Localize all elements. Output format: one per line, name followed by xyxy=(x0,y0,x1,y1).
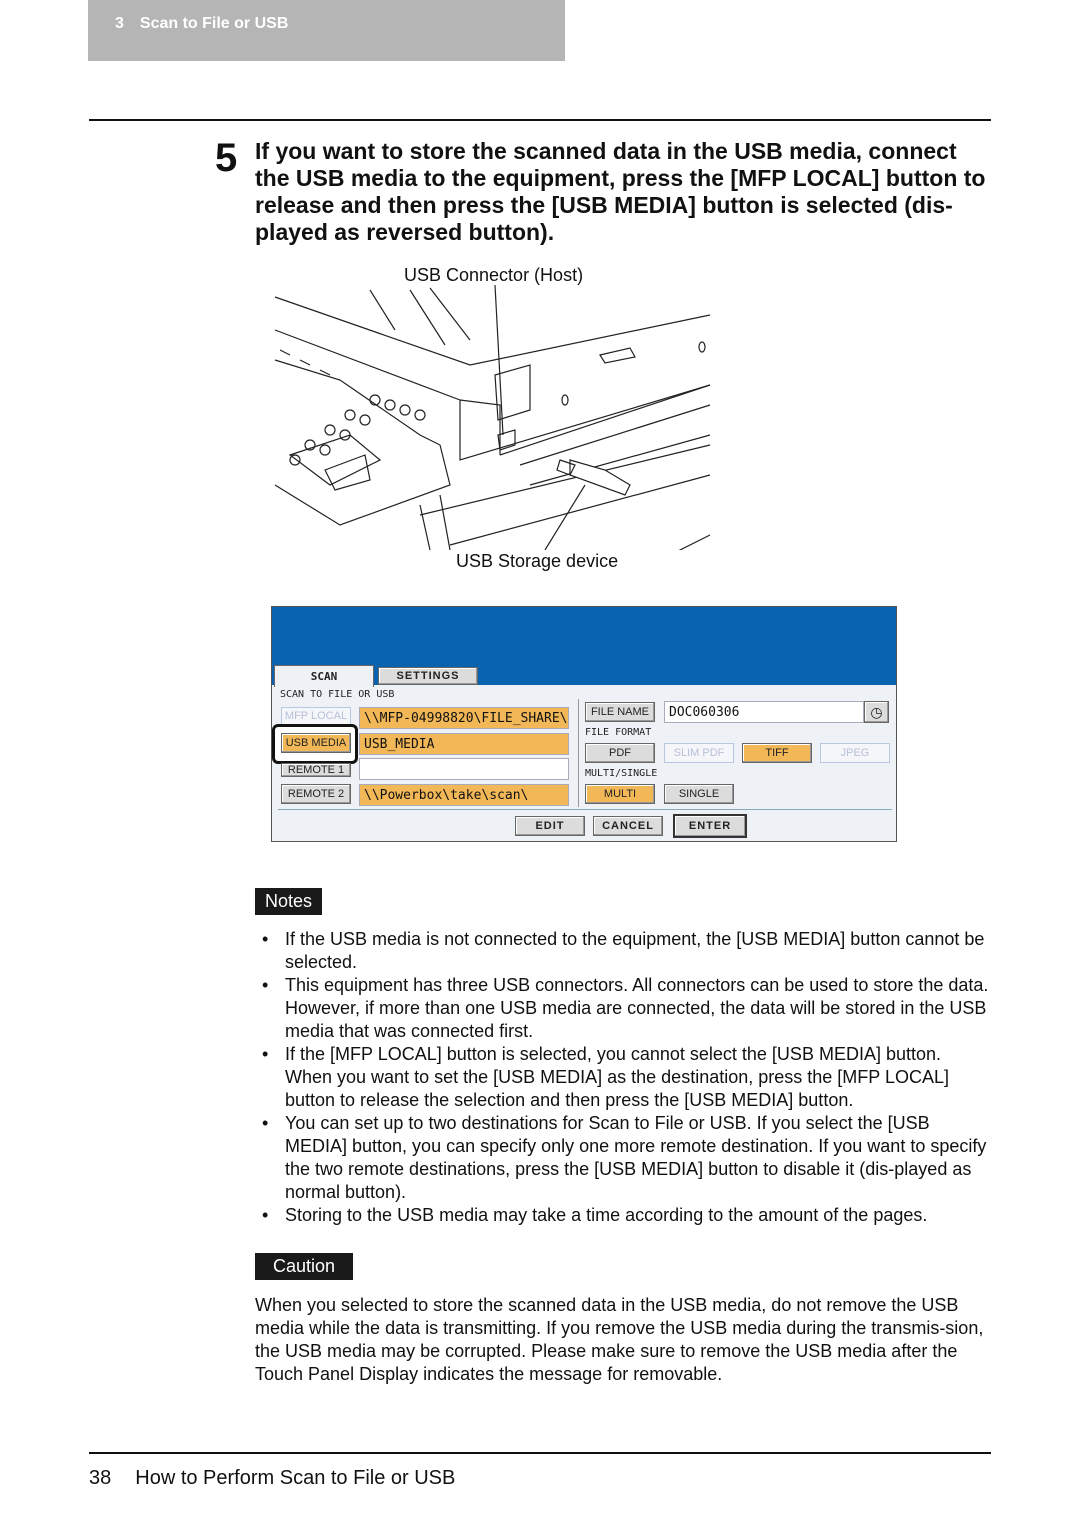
enter-button[interactable]: ENTER xyxy=(673,814,747,838)
edit-button[interactable]: EDIT xyxy=(515,816,585,836)
machine-illustration xyxy=(274,285,711,550)
notes-tag: Notes xyxy=(255,888,323,915)
mfp-local-path: \\MFP-04998820\FILE_SHARE\ xyxy=(359,707,569,729)
chapter-title: Scan to File or USB xyxy=(139,15,289,32)
mfp-local-button[interactable]: MFP LOCAL xyxy=(281,707,351,725)
file-format-label: FILE FORMAT xyxy=(585,727,652,738)
top-rule xyxy=(89,119,991,121)
multi-single-label: MULTI/SINGLE xyxy=(585,768,658,779)
caption-usb-connector: USB Connector (Host) xyxy=(404,265,584,285)
format-jpeg-button[interactable]: JPEG xyxy=(820,743,890,763)
single-button[interactable]: SINGLE xyxy=(664,784,734,804)
step-number: 5 xyxy=(215,136,238,180)
list-item: This equipment has three USB connectors.… xyxy=(262,974,992,1043)
format-tiff-button[interactable]: TIFF xyxy=(742,743,812,763)
list-item: Storing to the USB media may take a time… xyxy=(262,1204,992,1227)
list-item: If the USB media is not connected to the… xyxy=(262,928,992,974)
caption-usb-storage: USB Storage device xyxy=(456,551,619,571)
remote-2-path: \\Powerbox\take\scan\ xyxy=(359,784,569,806)
step-heading: If you want to store the scanned data in… xyxy=(255,138,986,245)
remote-1-path xyxy=(359,758,569,780)
clock-icon[interactable]: ◷ xyxy=(864,701,889,723)
caution-text: When you selected to store the scanned d… xyxy=(255,1295,984,1384)
usb-media-button[interactable]: USB MEDIA xyxy=(281,733,351,753)
page-number: 38 xyxy=(89,1467,112,1489)
divider xyxy=(578,699,579,807)
divider xyxy=(278,809,892,810)
file-name-field[interactable]: DOC060306 xyxy=(664,701,864,723)
format-slim-pdf-button[interactable]: SLIM PDF xyxy=(664,743,734,763)
footer-rule xyxy=(89,1452,991,1454)
footer: 38 How to Perform Scan to File or USB xyxy=(89,1467,455,1490)
cancel-button[interactable]: CANCEL xyxy=(593,816,663,836)
chapter-header: 3 Scan to File or USB xyxy=(88,0,565,61)
file-name-button[interactable]: FILE NAME xyxy=(585,702,655,722)
list-item: If the [MFP LOCAL] button is selected, y… xyxy=(262,1043,992,1112)
tab-scan[interactable]: SCAN xyxy=(274,665,374,687)
notes-list: If the USB media is not connected to the… xyxy=(262,928,992,1227)
usb-media-path: USB_MEDIA xyxy=(359,733,569,755)
touch-panel: SCAN SETTINGS SCAN TO FILE OR USB MFP LO… xyxy=(271,606,897,842)
tab-settings[interactable]: SETTINGS xyxy=(378,667,478,685)
remote-2-button[interactable]: REMOTE 2 xyxy=(281,784,351,804)
caution-tag: Caution xyxy=(255,1253,354,1280)
footer-title: How to Perform Scan to File or USB xyxy=(135,1467,456,1489)
list-item: You can set up to two destinations for S… xyxy=(262,1112,992,1204)
multi-button[interactable]: MULTI xyxy=(585,784,655,804)
section-label: SCAN TO FILE OR USB xyxy=(280,689,395,700)
remote-1-button[interactable]: REMOTE 1 xyxy=(281,763,351,777)
caution-label: Caution xyxy=(255,1253,354,1280)
notes-label: Notes xyxy=(255,888,323,915)
chapter-number: 3 xyxy=(115,15,124,32)
format-pdf-button[interactable]: PDF xyxy=(585,743,655,763)
